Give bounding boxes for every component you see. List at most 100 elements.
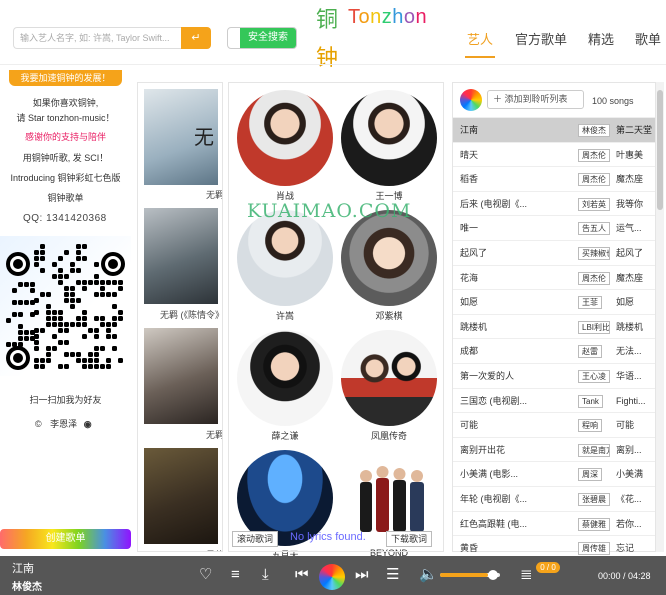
download-icon[interactable]: ⤓ xyxy=(262,567,269,583)
song-artist-tag[interactable]: 赵雷 xyxy=(578,345,602,359)
github-icon[interactable]: ◉ xyxy=(84,419,92,429)
song-artist-tag[interactable]: 就是南方凯 xyxy=(578,443,610,457)
song-row[interactable]: 稻香 周杰伦 魔杰座 xyxy=(453,166,655,191)
artist-avatar[interactable] xyxy=(237,210,333,306)
song-album[interactable]: 起风了 xyxy=(616,241,652,265)
song-artist-tag[interactable]: 刘若英 xyxy=(578,197,610,211)
create-playlist-button[interactable]: 创建歌单 xyxy=(0,529,131,549)
song-row[interactable]: 三国恋 (电视剧... Tank Fighti... xyxy=(453,387,655,413)
song-row[interactable]: 年轮 (电视剧《... 张碧晨 《花... xyxy=(453,486,655,511)
song-album[interactable]: 魔杰座 xyxy=(616,167,652,191)
song-title[interactable]: 晴天 xyxy=(460,143,530,167)
search-input[interactable]: 输入艺人名字, 如: 许嵩, Taylor Swift... xyxy=(13,27,181,49)
sidebar-link[interactable]: Introducing 铜钟彩虹七色版 xyxy=(0,171,131,184)
song-title[interactable]: 红色高跟鞋 (电... xyxy=(460,512,530,536)
artist-avatar[interactable] xyxy=(354,452,434,536)
song-album[interactable]: 第二天堂 xyxy=(616,118,652,142)
song-title[interactable]: 起风了 xyxy=(460,241,530,265)
sidebar-link[interactable]: 铜钟歌单 xyxy=(0,191,131,204)
download-lyrics-button[interactable]: 下载歌词 xyxy=(386,531,432,547)
song-row[interactable]: 花海 周杰伦 魔杰座 xyxy=(453,264,655,290)
artist-avatar[interactable] xyxy=(341,210,437,306)
song-artist-tag[interactable]: Tank xyxy=(578,394,603,408)
song-artist-tag[interactable]: 周深 xyxy=(578,468,602,482)
song-artist-tag[interactable]: LBI利比 xyxy=(578,320,610,334)
song-artist-tag[interactable]: 蔡健雅 xyxy=(578,517,610,531)
add-to-listen-list-button[interactable]: ＋ 添加到聆听列表 xyxy=(487,90,584,109)
song-album[interactable]: 如愿 xyxy=(616,290,652,314)
song-row[interactable]: 跳楼机 LBI利比 跳楼机 xyxy=(453,313,655,339)
song-album[interactable]: 离别... xyxy=(616,438,652,462)
play-pause-button[interactable] xyxy=(319,564,345,590)
song-row[interactable]: 如愿 王菲 如愿 xyxy=(453,289,655,314)
heart-icon[interactable]: ♡ xyxy=(199,567,212,583)
song-album[interactable]: 华语... xyxy=(616,364,652,388)
artist-name[interactable]: 薛之谦 xyxy=(237,429,333,442)
artist-avatar[interactable] xyxy=(237,330,333,426)
artist-avatar[interactable] xyxy=(237,90,333,186)
artist-avatar[interactable] xyxy=(341,330,437,426)
song-title[interactable]: 唯一 xyxy=(460,216,530,240)
song-row[interactable]: 后来 (电视剧《... 刘若英 我等你 xyxy=(453,190,655,216)
song-album[interactable]: 可能 xyxy=(616,413,652,437)
song-album[interactable]: 我等你 xyxy=(616,192,652,216)
volume-knob[interactable] xyxy=(488,570,498,580)
artist-avatar[interactable] xyxy=(341,90,437,186)
song-row[interactable]: 小美满 (电影... 周深 小美满 xyxy=(453,461,655,486)
song-artist-tag[interactable]: 林俊杰 xyxy=(578,124,610,137)
previous-icon[interactable]: ⏮ xyxy=(295,567,309,583)
artist-name[interactable]: 凤凰传奇 xyxy=(341,429,437,442)
song-row[interactable]: 成都 赵雷 无法... xyxy=(453,338,655,363)
song-artist-tag[interactable]: 周杰伦 xyxy=(578,148,610,162)
song-cover[interactable] xyxy=(144,328,218,424)
song-cover[interactable] xyxy=(144,448,218,544)
song-row[interactable]: 离别开出花 就是南方凯离别... xyxy=(453,436,655,462)
song-title[interactable]: 第一次爱的人 xyxy=(460,364,530,388)
song-album[interactable]: 魔杰座 xyxy=(616,266,652,290)
song-title[interactable]: 离别开出花 xyxy=(460,438,530,462)
song-row[interactable]: 可能 程响 可能 xyxy=(453,412,655,437)
volume-icon[interactable]: 🔈 xyxy=(419,567,438,583)
promo-button[interactable]: 我要加速铜钟的发展！ xyxy=(9,70,122,86)
song-album[interactable]: 叶惠美 xyxy=(616,143,652,167)
song-title[interactable]: 年轮 (电视剧《... xyxy=(460,487,530,511)
song-title[interactable]: 跳楼机 xyxy=(460,315,530,339)
song-album[interactable]: 《花... xyxy=(616,487,652,511)
song-album[interactable]: 运气... xyxy=(616,216,652,240)
nav-official-playlists[interactable]: 官方歌单 xyxy=(515,29,567,48)
scroll-lyrics-button[interactable]: 滚动歌词 xyxy=(232,531,278,547)
song-title[interactable]: 后来 (电视剧《... xyxy=(460,192,530,216)
song-row[interactable]: 唯一 告五人 运气... xyxy=(453,215,655,240)
song-artist-tag[interactable]: 周传雄 xyxy=(578,542,610,556)
song-artist-tag[interactable]: 告五人 xyxy=(578,222,610,236)
song-artist-tag[interactable]: 王菲 xyxy=(578,296,602,310)
song-album[interactable]: Fighti... xyxy=(616,389,652,413)
song-row[interactable]: 起风了买辣椒也用券起风了 xyxy=(453,240,655,265)
song-row[interactable]: 晴天 周杰伦 叶惠美 xyxy=(453,141,655,167)
rainbow-play-all-button[interactable] xyxy=(460,89,482,111)
song-artist-tag[interactable]: 张碧晨 xyxy=(578,493,610,506)
song-album[interactable]: 跳楼机 xyxy=(616,315,652,339)
song-title[interactable]: 小美满 (电影... xyxy=(460,462,530,486)
song-album[interactable]: 若你... xyxy=(616,512,652,536)
song-artist-tag[interactable]: 程响 xyxy=(578,419,602,433)
song-title[interactable]: 花海 xyxy=(460,266,530,290)
song-row[interactable]: 江南 林俊杰 第二天堂 xyxy=(453,117,655,142)
song-artist-tag[interactable]: 买辣椒也用券 xyxy=(578,247,610,260)
nav-artists[interactable]: 艺人 xyxy=(467,29,493,48)
song-row[interactable]: 第一次爱的人 王心凌 华语... xyxy=(453,363,655,388)
song-title[interactable]: 三国恋 (电视剧... xyxy=(460,389,530,413)
song-cover[interactable]: 无 xyxy=(144,89,218,185)
song-title[interactable]: 成都 xyxy=(460,339,530,363)
song-cover[interactable] xyxy=(144,208,218,304)
song-artist-tag[interactable]: 周杰伦 xyxy=(578,173,610,187)
song-album[interactable]: 小美满 xyxy=(616,462,652,486)
song-title[interactable]: 可能 xyxy=(460,413,530,437)
safe-search-toggle[interactable]: 安全搜索 xyxy=(227,27,297,49)
song-title[interactable]: 稻香 xyxy=(460,167,530,191)
nav-playlists[interactable]: 歌单 xyxy=(635,29,661,48)
artist-name[interactable]: 许嵩 xyxy=(237,309,333,322)
song-row[interactable]: 红色高跟鞋 (电... 蔡健雅 若你... xyxy=(453,510,655,536)
playlist-icon[interactable]: ☰ xyxy=(386,567,399,583)
song-list-scrollbar-thumb[interactable] xyxy=(657,90,663,210)
